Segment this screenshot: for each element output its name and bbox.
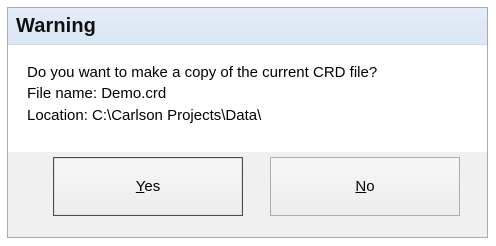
no-mnemonic: N bbox=[355, 178, 367, 195]
dialog-title: Warning bbox=[16, 15, 96, 37]
yes-button-label: Yes bbox=[136, 178, 160, 195]
message-question: Do you want to make a copy of the curren… bbox=[27, 64, 378, 81]
message-file-name: File name: Demo.crd bbox=[27, 85, 167, 102]
no-button-label: No bbox=[355, 178, 374, 195]
dialog-title-bar: Warning bbox=[8, 8, 487, 45]
yes-label-rest: es bbox=[144, 178, 161, 195]
dialog-message-area: Do you want to make a copy of the curren… bbox=[8, 45, 487, 152]
yes-button[interactable]: Yes bbox=[53, 157, 243, 216]
message-location: Location: C:\Carlson Projects\Data\ bbox=[27, 107, 262, 124]
no-button[interactable]: No bbox=[270, 157, 460, 216]
warning-dialog: Warning Do you want to make a copy of th… bbox=[7, 7, 488, 238]
no-label-rest: o bbox=[366, 178, 375, 195]
